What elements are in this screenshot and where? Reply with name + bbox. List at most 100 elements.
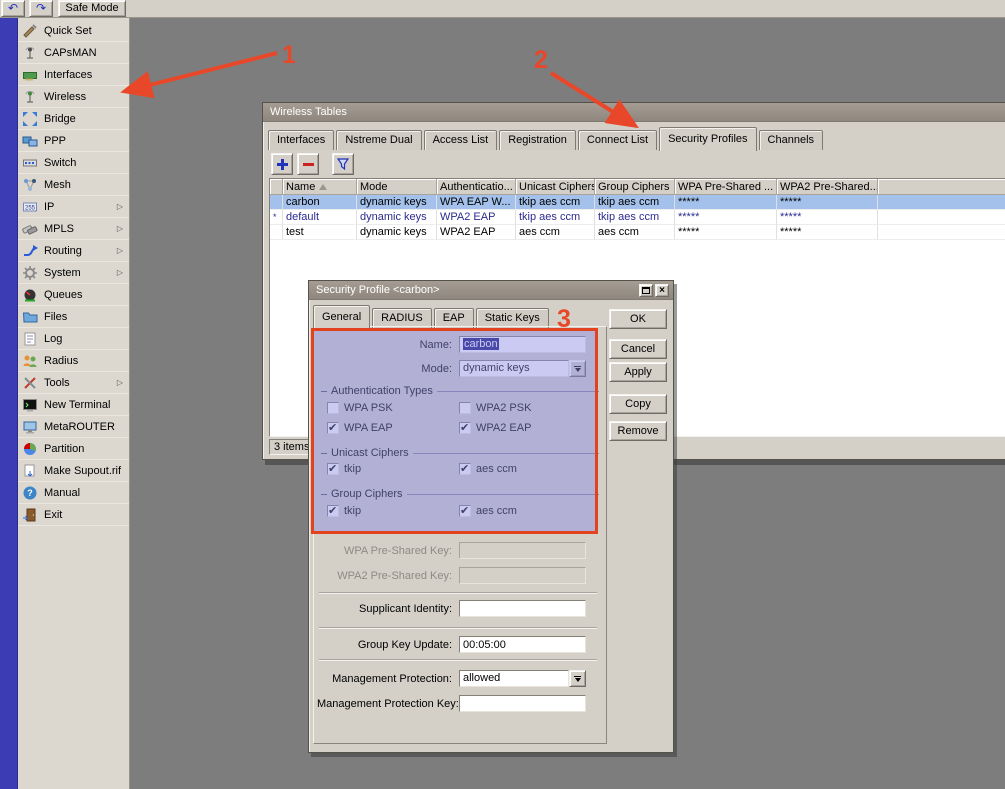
radius-icon (22, 353, 38, 369)
sidebar-item-label: Tools (44, 377, 70, 389)
column-header-authentication[interactable]: Authenticatio... (437, 179, 516, 195)
cancel-button[interactable]: Cancel (609, 339, 667, 359)
management-protection-select[interactable]: allowed (459, 670, 569, 687)
tab-static-keys[interactable]: Static Keys (476, 308, 549, 328)
sidebar-item-label: Wireless (44, 91, 86, 103)
tab-eap[interactable]: EAP (434, 308, 474, 328)
sidebar-item-system[interactable]: System ▷ (18, 262, 129, 284)
column-header-name[interactable]: Name (283, 179, 357, 195)
mode-select[interactable]: dynamic keys (459, 360, 569, 377)
wpa-psk-checkbox[interactable] (327, 402, 339, 414)
sidebar-item-manual[interactable]: ? Manual (18, 482, 129, 504)
remove-profile-button[interactable] (297, 153, 319, 175)
unicast-aes-ccm-checkbox[interactable] (459, 463, 471, 475)
supplicant-identity-input[interactable] (459, 600, 586, 617)
management-protection-dropdown-button[interactable] (569, 670, 586, 687)
remove-button[interactable]: Remove (609, 421, 667, 441)
mode-dropdown-button[interactable] (569, 360, 586, 377)
sidebar-item-metarouter[interactable]: MetaROUTER (18, 416, 129, 438)
sidebar-item-bridge[interactable]: Bridge (18, 108, 129, 130)
tab-interfaces[interactable]: Interfaces (268, 130, 334, 150)
sidebar-item-label: Routing (44, 245, 82, 257)
cell-authentication: WPA EAP W... (437, 195, 516, 210)
column-header-mode[interactable]: Mode (357, 179, 437, 195)
apply-button[interactable]: Apply (609, 362, 667, 382)
close-button[interactable]: × (655, 284, 669, 297)
copy-button[interactable]: Copy (609, 394, 667, 414)
safe-mode-button[interactable]: Safe Mode (58, 0, 126, 17)
wpa2-psk-checkbox[interactable] (459, 402, 471, 414)
dropdown-icon (574, 676, 581, 677)
group-tkip-checkbox[interactable] (327, 505, 339, 517)
sidebar-item-label: IP (44, 201, 54, 213)
quick-set-icon (22, 23, 38, 39)
sidebar-item-queues[interactable]: Queues (18, 284, 129, 306)
sidebar-item-mesh[interactable]: Mesh (18, 174, 129, 196)
group-key-update-input[interactable] (459, 636, 586, 653)
tab-channels[interactable]: Channels (759, 130, 823, 150)
tab-nstreme-dual[interactable]: Nstreme Dual (336, 130, 421, 150)
sidebar-item-switch[interactable]: Switch (18, 152, 129, 174)
sidebar-item-interfaces[interactable]: Interfaces (18, 64, 129, 86)
sidebar-item-quick-set[interactable]: Quick Set (18, 20, 129, 42)
wpa2-eap-checkbox[interactable] (459, 422, 471, 434)
table-row-carbon[interactable]: carbon dynamic keys WPA EAP W... tkip ae… (270, 195, 1005, 210)
maximize-button[interactable] (639, 284, 653, 297)
undo-button[interactable]: ↶ (1, 0, 25, 17)
sidebar-item-new-terminal[interactable]: New Terminal (18, 394, 129, 416)
sidebar-item-label: Radius (44, 355, 78, 367)
sidebar-item-radius[interactable]: Radius (18, 350, 129, 372)
sidebar-item-mpls[interactable]: MPLS ▷ (18, 218, 129, 240)
filter-button[interactable] (332, 153, 354, 175)
unicast-tkip-checkbox[interactable] (327, 463, 339, 475)
sidebar-item-partition[interactable]: Partition (18, 438, 129, 460)
submenu-arrow-icon: ▷ (117, 202, 125, 211)
sidebar-item-exit[interactable]: Exit (18, 504, 129, 526)
column-header-marker[interactable] (270, 179, 283, 195)
sidebar-item-label: New Terminal (44, 399, 110, 411)
checkbox-unicast-aes-ccm[interactable]: aes ccm (459, 463, 517, 475)
sidebar-item-ppp[interactable]: PPP (18, 130, 129, 152)
table-row-default[interactable]: * default dynamic keys WPA2 EAP tkip aes… (270, 210, 1005, 225)
cell-group-ciphers: tkip aes ccm (595, 195, 675, 210)
checkbox-wpa-eap[interactable]: WPA EAP (327, 422, 393, 434)
ok-button[interactable]: OK (609, 309, 667, 329)
table-row-test[interactable]: test dynamic keys WPA2 EAP aes ccm aes c… (270, 225, 1005, 240)
sidebar-item-tools[interactable]: Tools ▷ (18, 372, 129, 394)
sidebar-item-log[interactable]: Log (18, 328, 129, 350)
dropdown-triangle-icon (575, 368, 581, 372)
cell-wpa-key: ***** (675, 195, 777, 210)
tab-access-list[interactable]: Access List (424, 130, 498, 150)
sidebar-item-files[interactable]: Files (18, 306, 129, 328)
sidebar-item-routing[interactable]: Routing ▷ (18, 240, 129, 262)
sidebar-item-label: MetaROUTER (44, 421, 115, 433)
tab-connect-list[interactable]: Connect List (578, 130, 657, 150)
cell-unicast-ciphers: tkip aes ccm (516, 210, 595, 225)
tab-general[interactable]: General (313, 305, 370, 329)
add-profile-button[interactable] (271, 153, 293, 175)
partition-pie-icon (22, 441, 38, 457)
checkbox-group-aes-ccm[interactable]: aes ccm (459, 505, 517, 517)
tab-security-profiles[interactable]: Security Profiles (659, 127, 756, 151)
checkbox-wpa-psk[interactable]: WPA PSK (327, 402, 393, 414)
group-aes-ccm-checkbox[interactable] (459, 505, 471, 517)
filter-funnel-icon (336, 157, 350, 171)
checkbox-unicast-tkip[interactable]: tkip (327, 463, 361, 475)
tab-radius[interactable]: RADIUS (372, 308, 432, 328)
management-protection-key-input[interactable] (459, 695, 586, 712)
name-input[interactable]: carbon (459, 336, 586, 353)
column-header-group-ciphers[interactable]: Group Ciphers (595, 179, 675, 195)
sidebar-item-make-supout[interactable]: Make Supout.rif (18, 460, 129, 482)
sidebar-item-ip[interactable]: 255 IP ▷ (18, 196, 129, 218)
column-header-unicast-ciphers[interactable]: Unicast Ciphers (516, 179, 595, 195)
sidebar-item-capsman[interactable]: CAPsMAN (18, 42, 129, 64)
redo-button[interactable]: ↷ (29, 0, 53, 17)
tab-registration[interactable]: Registration (499, 130, 576, 150)
sidebar-item-wireless[interactable]: Wireless (18, 86, 129, 108)
checkbox-wpa2-psk[interactable]: WPA2 PSK (459, 402, 531, 414)
column-header-wpa-pre-shared[interactable]: WPA Pre-Shared ... (675, 179, 777, 195)
column-header-wpa2-pre-shared[interactable]: WPA2 Pre-Shared... (777, 179, 878, 195)
wpa-eap-checkbox[interactable] (327, 422, 339, 434)
checkbox-group-tkip[interactable]: tkip (327, 505, 361, 517)
checkbox-wpa2-eap[interactable]: WPA2 EAP (459, 422, 531, 434)
